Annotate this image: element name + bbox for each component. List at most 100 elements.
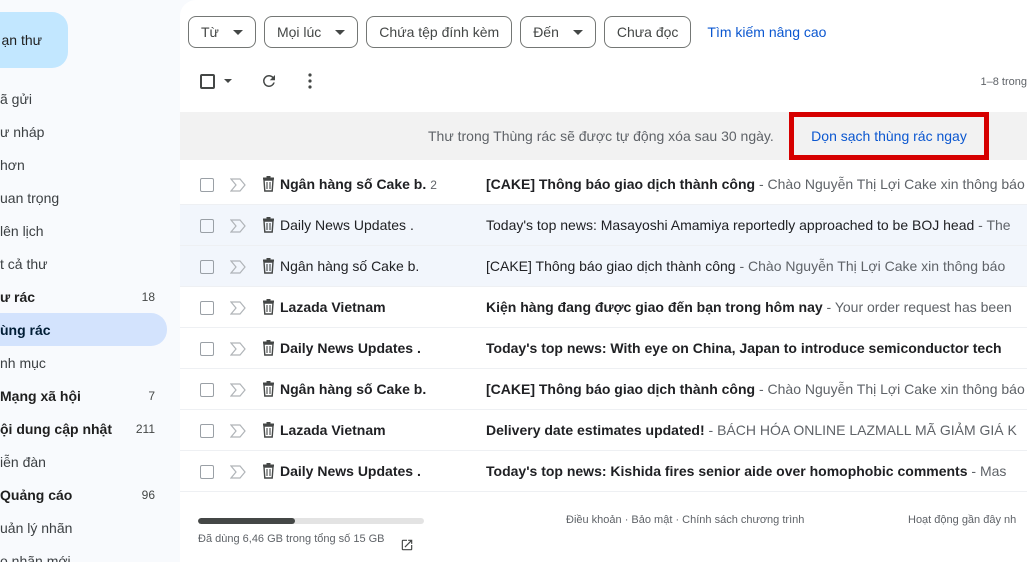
sidebar-item-label: Quảng cáo bbox=[0, 486, 73, 503]
message-subject: Today's top news: Masayoshi Amamiya repo… bbox=[486, 217, 975, 233]
main-panel: Từ Mọi lúc Chứa tệp đính kèm Đến Chưa đọ… bbox=[180, 0, 1027, 562]
trash-icon bbox=[262, 381, 275, 397]
message-subject-line: Today's top news: Kishida fires senior a… bbox=[486, 463, 1027, 479]
message-subject: Today's top news: Kishida fires senior a… bbox=[486, 463, 968, 479]
sidebar-item[interactable]: ùng rác bbox=[0, 313, 167, 346]
message-row[interactable]: Lazada Vietnam Kiện hàng đang được giao đ… bbox=[180, 287, 1027, 328]
sidebar-item[interactable]: hơn bbox=[0, 148, 167, 181]
trash-icon bbox=[262, 463, 275, 479]
sender-name: Daily News Updates . bbox=[280, 217, 414, 233]
message-snippet: - Your order request has been bbox=[822, 299, 1012, 315]
importance-marker-icon[interactable] bbox=[229, 342, 246, 356]
sidebar-item-label: iễn đàn bbox=[0, 453, 46, 470]
sidebar-item[interactable]: ội dung cập nhật 211 bbox=[0, 412, 167, 445]
sidebar-item[interactable]: o nhãn mới bbox=[0, 544, 167, 562]
message-row[interactable]: Lazada Vietnam Delivery date estimates up… bbox=[180, 410, 1027, 451]
message-snippet: - Chào Nguyễn Thị Lợi Cake xin thông báo bbox=[755, 176, 1025, 192]
importance-marker-icon[interactable] bbox=[229, 424, 246, 438]
sidebar-item-label: ư nháp bbox=[0, 123, 45, 140]
open-external-icon[interactable] bbox=[400, 538, 414, 552]
sidebar-item-label: uản lý nhãn bbox=[0, 519, 73, 536]
filter-to-label: Đến bbox=[533, 24, 559, 40]
select-dropdown-icon[interactable] bbox=[224, 79, 232, 83]
sidebar-item[interactable]: lên lịch bbox=[0, 214, 167, 247]
filter-unread-chip[interactable]: Chưa đọc bbox=[603, 16, 692, 48]
sidebar-item[interactable]: nh mục bbox=[0, 346, 167, 379]
sidebar-item[interactable]: uan trọng bbox=[0, 181, 167, 214]
more-vert-icon[interactable] bbox=[304, 72, 316, 90]
message-row[interactable]: Ngân hàng số Cake b. 2 [CAKE] Thông báo gi… bbox=[180, 164, 1027, 205]
advanced-search-link[interactable]: Tìm kiếm nâng cao bbox=[707, 24, 826, 40]
sidebar-item[interactable]: ã gửi bbox=[0, 82, 167, 115]
sidebar-item-label: ã gửi bbox=[0, 90, 32, 107]
sidebar-item[interactable]: t cả thư bbox=[0, 247, 167, 280]
trash-icon bbox=[262, 258, 275, 274]
row-checkbox[interactable] bbox=[200, 219, 214, 233]
sidebar-item-label: t cả thư bbox=[0, 255, 48, 272]
refresh-icon[interactable] bbox=[260, 72, 278, 90]
chevron-down-icon bbox=[232, 29, 243, 35]
filter-to-chip[interactable]: Đến bbox=[520, 16, 596, 48]
footer-activity-link[interactable]: Hoạt động gần đây nh bbox=[908, 514, 1016, 526]
row-checkbox[interactable] bbox=[200, 424, 214, 438]
message-sender: Daily News Updates . bbox=[280, 217, 440, 233]
row-checkbox[interactable] bbox=[200, 178, 214, 192]
empty-trash-button[interactable]: Dọn sạch thùng rác ngay bbox=[789, 112, 989, 160]
filter-time-chip[interactable]: Mọi lúc bbox=[263, 16, 359, 48]
importance-marker-icon[interactable] bbox=[229, 260, 246, 274]
sidebar-item[interactable]: iễn đàn bbox=[0, 445, 167, 478]
storage-bar-fill bbox=[198, 518, 296, 524]
message-subject: [CAKE] Thông báo giao dịch thành công bbox=[486, 258, 736, 274]
sidebar-item-label: uan trọng bbox=[0, 189, 60, 206]
footer-policy-links[interactable]: Điều khoản · Bảo mật · Chính sách chương… bbox=[566, 514, 804, 526]
message-subject-line: Delivery date estimates updated! - BÁCH … bbox=[486, 422, 1027, 438]
message-row[interactable]: Daily News Updates . Today's top news: Ma… bbox=[180, 205, 1027, 246]
message-subject-line: [CAKE] Thông báo giao dịch thành công - … bbox=[486, 176, 1027, 192]
sidebar-item[interactable]: Mạng xã hội 7 bbox=[0, 379, 167, 412]
compose-label: ạn thư bbox=[1, 32, 42, 48]
sidebar-item[interactable]: ư nháp bbox=[0, 115, 167, 148]
filter-attachment-chip[interactable]: Chứa tệp đính kèm bbox=[366, 16, 513, 48]
message-sender: Ngân hàng số Cake b. bbox=[280, 381, 440, 397]
filter-time-label: Mọi lúc bbox=[276, 24, 322, 40]
row-checkbox[interactable] bbox=[200, 342, 214, 356]
row-checkbox[interactable] bbox=[200, 260, 214, 274]
importance-marker-icon[interactable] bbox=[229, 219, 246, 233]
message-subject: Today's top news: With eye on China, Jap… bbox=[486, 340, 1002, 356]
storage-usage-text: Đã dùng 6,46 GB trong tổng số 15 GB bbox=[198, 533, 385, 545]
importance-marker-icon[interactable] bbox=[229, 301, 246, 315]
trash-icon bbox=[262, 422, 275, 438]
compose-button[interactable]: ạn thư bbox=[0, 12, 68, 68]
message-sender: Lazada Vietnam bbox=[280, 299, 440, 315]
message-sender: Ngân hàng số Cake b. 2 bbox=[280, 176, 440, 192]
sender-name: Lazada Vietnam bbox=[280, 422, 386, 438]
message-subject: [CAKE] Thông báo giao dịch thành công bbox=[486, 176, 756, 192]
message-sender: Daily News Updates . bbox=[280, 340, 440, 356]
message-row[interactable]: Ngân hàng số Cake b. [CAKE] Thông báo gia… bbox=[180, 369, 1027, 410]
importance-marker-icon[interactable] bbox=[229, 178, 246, 192]
sidebar-item[interactable]: ư rác 18 bbox=[0, 280, 167, 313]
message-subject-line: Today's top news: Masayoshi Amamiya repo… bbox=[486, 217, 1027, 233]
message-list: Ngân hàng số Cake b. 2 [CAKE] Thông báo gi… bbox=[180, 164, 1027, 492]
row-checkbox[interactable] bbox=[200, 383, 214, 397]
message-subject: Kiện hàng đang được giao đến bạn trong h… bbox=[486, 299, 823, 315]
storage-bar bbox=[198, 518, 424, 524]
sidebar-item-label: Mạng xã hội bbox=[0, 387, 81, 404]
message-snippet: - BÁCH HÓA ONLINE LAZMALL MÃ GIẢM GIÁ K bbox=[704, 422, 1017, 438]
message-row[interactable]: Daily News Updates . Today's top news: Ki… bbox=[180, 451, 1027, 492]
trash-icon bbox=[262, 217, 275, 233]
row-checkbox[interactable] bbox=[200, 465, 214, 479]
select-all-checkbox[interactable] bbox=[200, 74, 215, 89]
filter-from-chip[interactable]: Từ bbox=[188, 16, 256, 48]
importance-marker-icon[interactable] bbox=[229, 383, 246, 397]
sidebar-item[interactable]: Quảng cáo 96 bbox=[0, 478, 167, 511]
message-row[interactable]: Ngân hàng số Cake b. [CAKE] Thông báo gia… bbox=[180, 246, 1027, 287]
sidebar-item[interactable]: uản lý nhãn bbox=[0, 511, 167, 544]
row-checkbox[interactable] bbox=[200, 301, 214, 315]
sender-name: Lazada Vietnam bbox=[280, 299, 386, 315]
importance-marker-icon[interactable] bbox=[229, 465, 246, 479]
message-subject-line: [CAKE] Thông báo giao dịch thành công - … bbox=[486, 258, 1027, 274]
message-row[interactable]: Daily News Updates . Today's top news: Wi… bbox=[180, 328, 1027, 369]
thread-count: 2 bbox=[430, 178, 437, 192]
sidebar-item-count: 7 bbox=[148, 388, 155, 403]
